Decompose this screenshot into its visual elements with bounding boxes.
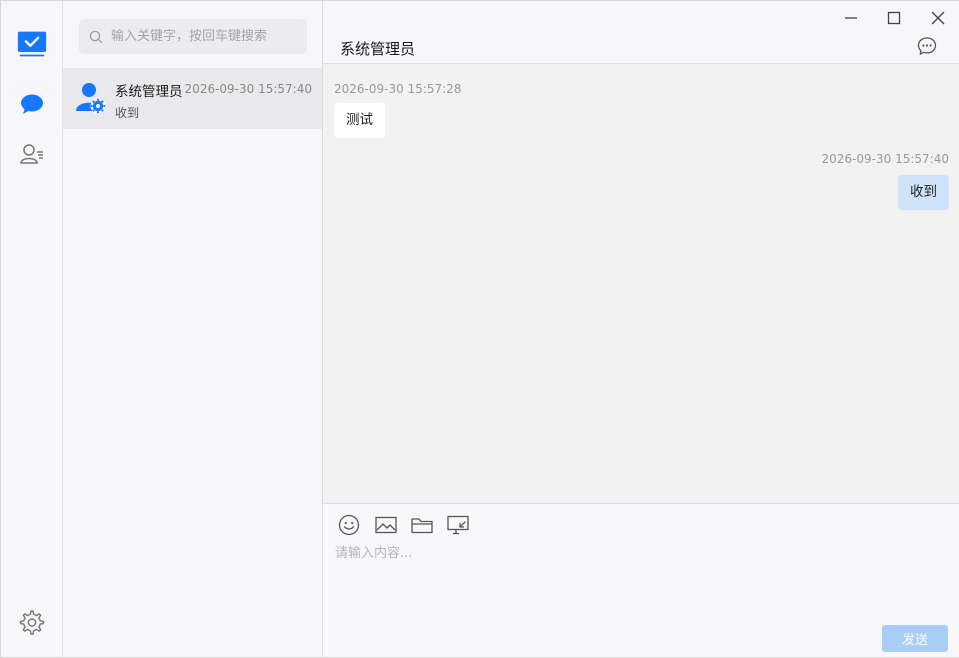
admin-avatar-icon	[76, 83, 106, 114]
close-icon	[931, 11, 945, 25]
conversation-name: 系统管理员	[115, 84, 183, 100]
chat-bubble-icon	[21, 94, 43, 114]
message-timestamp: 2026-09-30 15:57:28	[334, 82, 462, 96]
nav-item-contacts[interactable]	[17, 139, 47, 169]
conversation-preview: 收到	[115, 106, 140, 120]
nav-rail	[1, 1, 63, 657]
image-button[interactable]	[374, 514, 398, 536]
contacts-icon	[20, 144, 43, 164]
chat-panel: 系统管理员 2026-09-30 15:57:28 测试 2026-09-30 …	[323, 1, 959, 657]
search-icon	[89, 30, 103, 43]
maximize-button[interactable]	[884, 8, 904, 28]
emoji-button[interactable]	[337, 514, 361, 536]
conversation-panel: 系统管理员 2026-09-30 15:57:40 收到	[63, 1, 323, 657]
message-composer: 发送	[323, 503, 959, 657]
message-timestamp: 2026-09-30 15:57:40	[821, 152, 949, 166]
minimize-button[interactable]	[841, 8, 861, 28]
minimize-icon	[845, 17, 857, 19]
folder-icon	[411, 518, 433, 534]
nav-item-messages[interactable]	[17, 89, 47, 119]
app-window: 系统管理员 2026-09-30 15:57:40 收到 系统管理员	[0, 0, 959, 658]
incoming-message-bubble: 测试	[334, 103, 385, 138]
close-button[interactable]	[928, 8, 948, 28]
conversation-item[interactable]: 系统管理员 2026-09-30 15:57:40 收到	[63, 68, 322, 129]
checkmark-board-icon	[17, 31, 47, 57]
emoji-icon	[338, 514, 360, 536]
search-box[interactable]	[79, 19, 307, 54]
screenshot-icon	[447, 515, 469, 535]
outgoing-message-bubble: 收到	[898, 175, 949, 210]
nav-item-workspace[interactable]	[17, 29, 47, 59]
message-input[interactable]	[335, 542, 945, 614]
message-list: 2026-09-30 15:57:28 测试 2026-09-30 15:57:…	[323, 65, 959, 503]
send-button[interactable]: 发送	[882, 625, 948, 652]
chat-title: 系统管理员	[340, 40, 416, 58]
screenshot-button[interactable]	[446, 514, 470, 536]
maximize-icon	[887, 11, 901, 25]
image-icon	[375, 516, 397, 534]
more-options-icon[interactable]	[917, 36, 937, 56]
nav-item-settings[interactable]	[17, 608, 47, 638]
conversation-time: 2026-09-30 15:57:40	[184, 82, 312, 96]
search-input[interactable]	[111, 29, 301, 44]
file-button[interactable]	[410, 514, 434, 536]
gear-icon	[19, 610, 45, 635]
chat-header: 系统管理员	[323, 1, 959, 64]
